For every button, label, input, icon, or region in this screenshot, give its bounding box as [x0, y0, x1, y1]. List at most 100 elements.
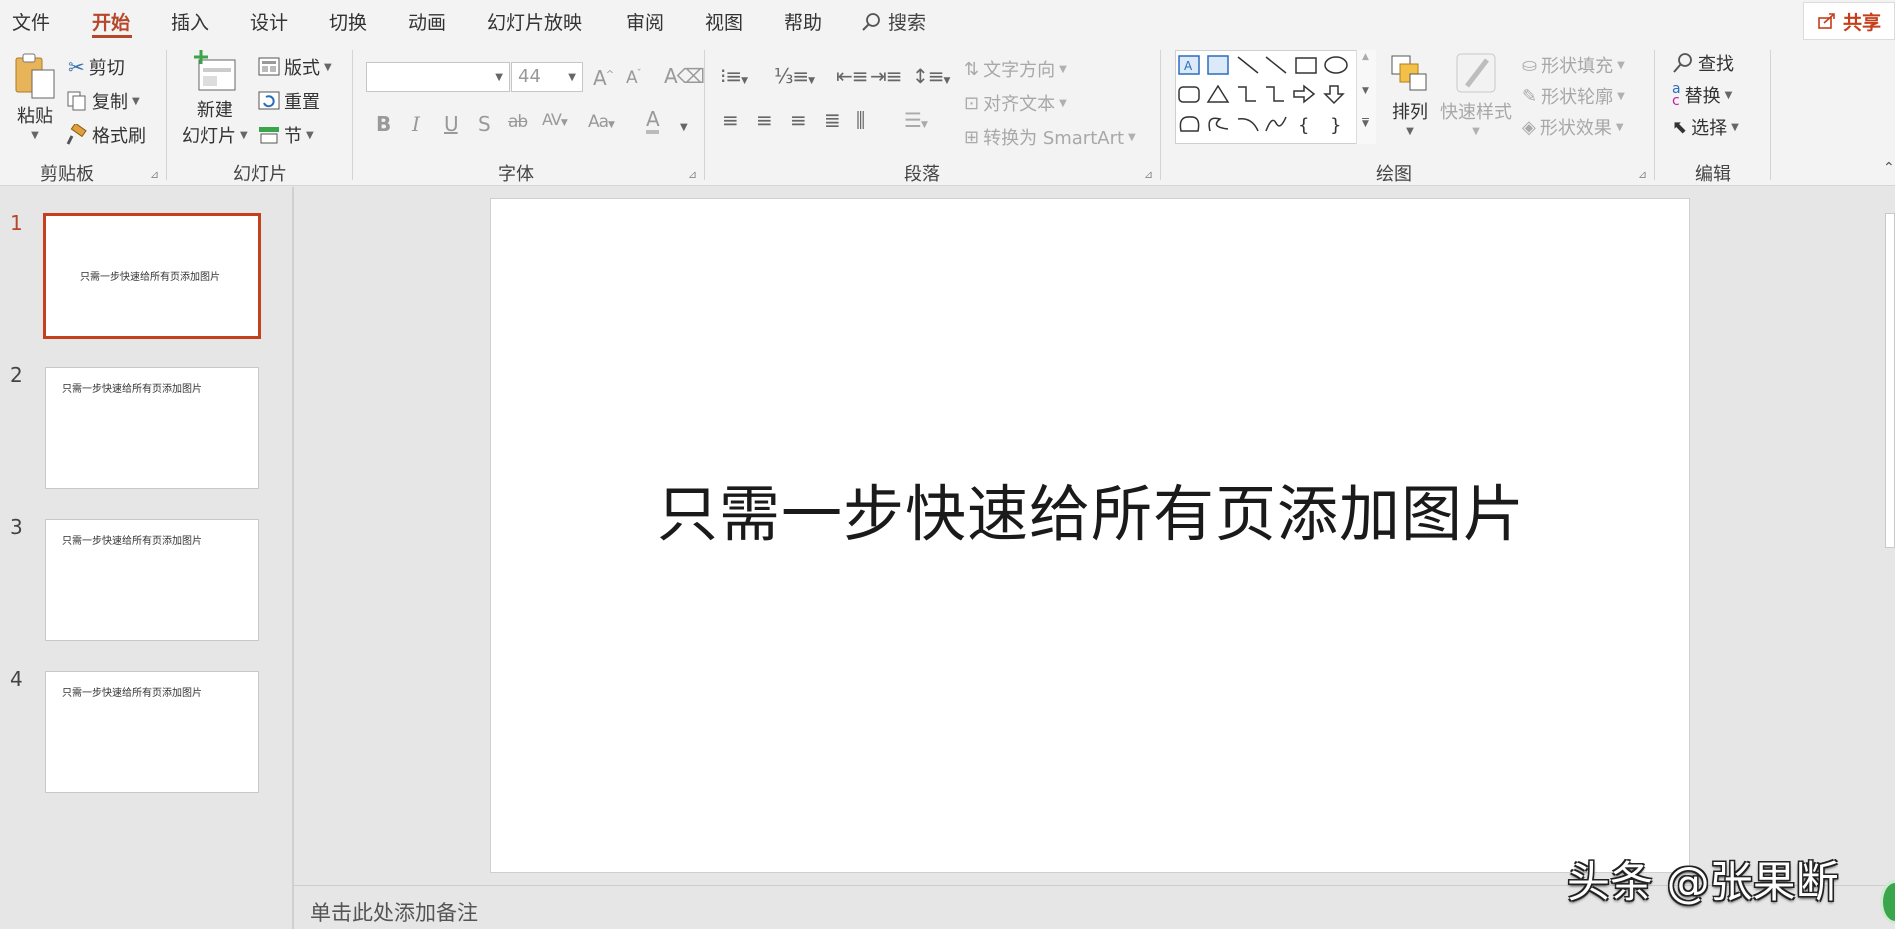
cut-button[interactable]: ✂ 剪切	[68, 54, 125, 80]
reset-button[interactable]: 重置	[258, 88, 320, 114]
align-text-button[interactable]: ⊡ 对齐文本 ▼	[964, 90, 1067, 116]
dialog-launcher-icon[interactable]: ⊿	[688, 168, 697, 181]
decrease-indent-icon[interactable]: ⇤≡	[836, 64, 869, 88]
group-divider	[166, 50, 167, 180]
justify-icon[interactable]: ≣	[824, 108, 841, 132]
slide-title[interactable]: 只需一步快速给所有页添加图片	[491, 464, 1691, 553]
font-group-label: 字体	[498, 164, 534, 185]
select-label: 选择	[1691, 118, 1728, 139]
search-box[interactable]: 搜索	[860, 8, 926, 35]
tab-file[interactable]: 文件	[12, 8, 50, 35]
text-shadow-icon[interactable]: S	[478, 112, 491, 136]
font-color-icon[interactable]: A	[646, 108, 660, 134]
paste-button[interactable]: 粘贴 ▼	[12, 50, 58, 141]
tab-insert[interactable]: 插入	[171, 8, 209, 35]
quick-styles-button[interactable]: 快速样式 ▼	[1440, 52, 1512, 137]
bold-icon[interactable]: B	[376, 112, 391, 136]
shape-outline-label: 形状轮廓	[1541, 87, 1614, 108]
dialog-launcher-icon[interactable]: ⊿	[150, 168, 159, 181]
increase-font-size-icon[interactable]: A^	[593, 66, 614, 90]
tab-slideshow[interactable]: 幻灯片放映	[487, 8, 582, 35]
vertical-scrollbar[interactable]	[1885, 195, 1895, 855]
scroll-up-icon[interactable]: ▲	[1362, 52, 1369, 62]
clipboard-group-label: 剪贴板	[40, 164, 94, 185]
chevron-down-icon: ▼	[132, 95, 140, 107]
active-tab-underline	[92, 35, 132, 38]
align-center-icon[interactable]: ≡	[756, 108, 773, 132]
find-button[interactable]: 查找	[1672, 50, 1734, 76]
chevron-down-icon: ▼	[1128, 131, 1136, 143]
change-case-icon[interactable]: Aa▼	[588, 112, 615, 132]
increase-indent-icon[interactable]: ⇥≡	[870, 64, 903, 88]
slide-canvas[interactable]: 只需一步快速给所有页添加图片	[490, 198, 1690, 873]
underline-icon[interactable]: U	[444, 112, 459, 136]
copy-button[interactable]: 复制 ▼	[66, 88, 140, 114]
shape-fill-button[interactable]: ⛀ 形状填充 ▼	[1522, 52, 1625, 78]
dialog-launcher-icon[interactable]: ⊿	[1638, 168, 1647, 181]
italic-icon[interactable]: I	[412, 112, 420, 136]
align-right-icon[interactable]: ≡	[790, 108, 807, 132]
shape-effects-icon: ◈	[1522, 116, 1536, 138]
section-button[interactable]: 节 ▼	[258, 122, 314, 148]
tab-review[interactable]: 审阅	[626, 8, 664, 35]
format-painter-button[interactable]: 格式刷	[66, 122, 146, 148]
more-shapes-icon[interactable]: ▼	[1362, 118, 1369, 129]
font-size-combo[interactable]: 44 ▼	[511, 62, 583, 92]
decrease-font-size-icon[interactable]: Aˇ	[626, 68, 642, 88]
layout-button[interactable]: 版式 ▼	[258, 54, 332, 80]
tab-animations[interactable]: 动画	[408, 8, 446, 35]
slide-thumbnail-2[interactable]: 只需一步快速给所有页添加图片	[45, 367, 259, 489]
copy-icon	[67, 91, 86, 111]
tab-help[interactable]: 帮助	[784, 8, 822, 35]
line-spacing-icon[interactable]: ↕≡▼	[912, 64, 950, 88]
character-spacing-icon[interactable]: AV▼	[542, 110, 568, 129]
tab-transitions[interactable]: 切换	[329, 8, 367, 35]
shape-effects-button[interactable]: ◈ 形状效果 ▼	[1522, 114, 1624, 140]
distributed-icon[interactable]: ⫼	[856, 108, 865, 132]
collapse-ribbon-icon[interactable]: ⌃	[1883, 160, 1895, 176]
paint-bucket-icon: ⛀	[1522, 54, 1538, 76]
chevron-down-icon[interactable]: ▼	[680, 122, 688, 133]
clear-formatting-icon[interactable]: A⌫	[664, 64, 705, 88]
shapes-gallery[interactable]: A { }	[1175, 50, 1375, 144]
slide-thumbnail-3[interactable]: 只需一步快速给所有页添加图片	[45, 519, 259, 641]
numbering-icon[interactable]: ⅓≡▼	[774, 64, 815, 88]
chevron-down-icon: ▼	[1472, 126, 1480, 137]
chevron-down-icon: ▼	[1617, 90, 1625, 102]
convert-smartart-button[interactable]: ⊞ 转换为 SmartArt ▼	[964, 124, 1136, 150]
replace-label: 替换	[1684, 86, 1721, 107]
columns-icon[interactable]: ☰▼	[904, 108, 928, 132]
notes-placeholder[interactable]: 单击此处添加备注	[310, 897, 478, 927]
thumbnail-title: 只需一步快速给所有页添加图片	[62, 384, 202, 395]
arrange-button[interactable]: 排列 ▼	[1388, 52, 1432, 137]
chevron-down-icon: ▼	[495, 72, 503, 83]
slide-thumbnail-1[interactable]: 只需一步快速给所有页添加图片	[43, 213, 261, 339]
slide-thumbnail-4[interactable]: 只需一步快速给所有页添加图片	[45, 671, 259, 793]
scroll-down-icon[interactable]: ▼	[1362, 86, 1369, 96]
align-text-icon: ⊡	[964, 92, 980, 114]
share-button[interactable]: 共享	[1803, 2, 1895, 40]
new-slide-button[interactable]: 新建 幻灯片 ▼	[182, 50, 248, 148]
arrange-label: 排列	[1392, 102, 1428, 123]
gallery-scroll[interactable]: ▲ ▼ ▼	[1356, 50, 1376, 144]
pane-splitter[interactable]	[292, 187, 294, 929]
strikethrough-icon[interactable]: ab	[508, 112, 528, 132]
slide-number: 3	[10, 515, 23, 539]
layout-label: 版式	[284, 58, 320, 79]
scrollbar-thumb[interactable]	[1885, 213, 1895, 548]
align-left-icon[interactable]: ≡	[722, 108, 739, 132]
replace-button[interactable]: ac 替换 ▼	[1672, 82, 1732, 108]
tab-design[interactable]: 设计	[250, 8, 288, 35]
chevron-down-icon: ▼	[306, 129, 314, 141]
paragraph-group-label: 段落	[904, 164, 940, 185]
select-button[interactable]: ⬉ 选择 ▼	[1672, 114, 1739, 140]
tab-view[interactable]: 视图	[705, 8, 743, 35]
dialog-launcher-icon[interactable]: ⊿	[1144, 168, 1153, 181]
floating-badge-icon[interactable]	[1880, 880, 1895, 924]
text-direction-button[interactable]: ⇅ 文字方向 ▼	[964, 56, 1067, 82]
font-name-combo[interactable]: ▼	[366, 62, 510, 92]
scissors-icon: ✂	[68, 55, 85, 79]
shape-outline-button[interactable]: ✎ 形状轮廓 ▼	[1522, 83, 1625, 109]
bullets-icon[interactable]: ⁝≡▼	[720, 64, 748, 88]
tab-home[interactable]: 开始	[92, 8, 130, 35]
